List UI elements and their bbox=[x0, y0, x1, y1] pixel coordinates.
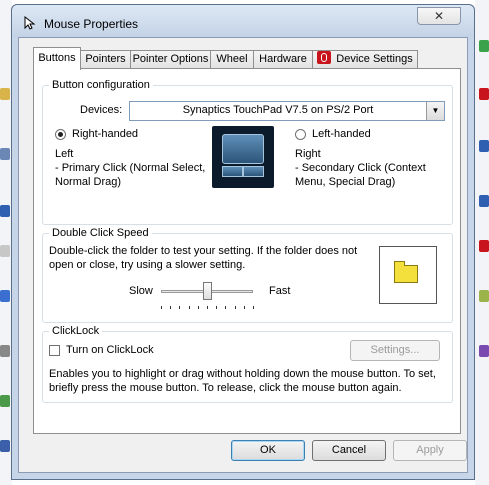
left-button-desc: Normal Drag) bbox=[55, 176, 122, 188]
dialog-client: Buttons Pointers Pointer Options Wheel H… bbox=[18, 37, 468, 473]
double-click-speed-group: Double Click Speed Double-click the fold… bbox=[42, 227, 453, 323]
devices-label: Devices: bbox=[80, 104, 123, 116]
right-handed-label[interactable]: Right-handed bbox=[72, 128, 138, 140]
clicklock-checkbox[interactable] bbox=[49, 345, 60, 356]
close-icon: ✕ bbox=[433, 9, 445, 23]
clicklock-settings-button[interactable]: Settings... bbox=[350, 340, 440, 361]
desktop-icon bbox=[0, 290, 10, 302]
speed-slider-thumb[interactable] bbox=[203, 282, 212, 300]
slider-tick bbox=[161, 306, 162, 309]
slider-tick bbox=[225, 306, 227, 309]
mouse-properties-window: Mouse Properties ✕ Buttons Pointers Poin… bbox=[11, 4, 475, 480]
tab-label: Pointer Options bbox=[132, 53, 209, 65]
cancel-button-label: Cancel bbox=[331, 444, 367, 456]
desktop-right-edge bbox=[475, 0, 489, 485]
tab-buttons[interactable]: Buttons bbox=[33, 47, 81, 70]
tab-label: Buttons bbox=[38, 52, 76, 64]
title-bar[interactable]: Mouse Properties ✕ bbox=[12, 5, 474, 37]
slider-tick bbox=[243, 306, 245, 309]
left-button-title: Left bbox=[55, 148, 74, 160]
desktop-icon bbox=[0, 395, 10, 407]
slider-tick bbox=[197, 306, 199, 309]
left-handed-label[interactable]: Left-handed bbox=[312, 128, 371, 140]
slider-tick bbox=[253, 306, 254, 309]
right-button-title: Right bbox=[295, 148, 321, 160]
slow-label: Slow bbox=[129, 285, 153, 297]
desktop-icon bbox=[479, 88, 489, 100]
tab-pointer-options[interactable]: Pointer Options bbox=[130, 50, 211, 69]
left-button-desc: - Primary Click (Normal Select, bbox=[55, 162, 206, 174]
apply-button-label: Apply bbox=[416, 444, 444, 456]
right-button-desc: - Secondary Click (Context bbox=[295, 162, 426, 174]
fast-label: Fast bbox=[269, 285, 291, 297]
desktop-icon bbox=[0, 440, 10, 452]
touchpad-image bbox=[212, 126, 274, 188]
buttons-tab-panel: Button configuration Devices: Synaptics … bbox=[33, 68, 461, 434]
slider-tick bbox=[170, 306, 172, 309]
tab-pointers[interactable]: Pointers bbox=[80, 50, 131, 69]
slider-tick bbox=[179, 306, 181, 309]
devices-dropdown[interactable]: Synaptics TouchPad V7.5 on PS/2 Port ▼ bbox=[129, 101, 445, 121]
desktop-icon bbox=[479, 195, 489, 207]
left-handed-radio[interactable] bbox=[295, 129, 306, 140]
double-click-desc: Double-click the folder to test your set… bbox=[49, 245, 358, 257]
right-handed-radio[interactable] bbox=[55, 129, 66, 140]
tab-wheel[interactable]: Wheel bbox=[210, 50, 254, 69]
window-title: Mouse Properties bbox=[44, 17, 139, 31]
folder-icon[interactable] bbox=[394, 261, 418, 283]
synaptics-icon bbox=[317, 51, 332, 64]
tab-label: Hardware bbox=[259, 53, 307, 65]
group-legend: Double Click Speed bbox=[49, 227, 152, 239]
devices-selected-value: Synaptics TouchPad V7.5 on PS/2 Port bbox=[182, 104, 374, 116]
desktop-icon bbox=[0, 148, 10, 160]
slider-tick bbox=[216, 306, 218, 309]
touchpad-surface-icon bbox=[222, 134, 264, 164]
clicklock-group: ClickLock Turn on ClickLock Settings... … bbox=[42, 325, 453, 403]
touchpad-left-button-icon bbox=[222, 166, 243, 177]
clicklock-desc: briefly press the mouse button. To relea… bbox=[49, 382, 402, 394]
desktop-icon bbox=[479, 240, 489, 252]
touchpad-right-button-icon bbox=[243, 166, 264, 177]
desktop-icon bbox=[479, 140, 489, 152]
button-configuration-group: Button configuration Devices: Synaptics … bbox=[42, 79, 453, 225]
tab-device-settings[interactable]: Device Settings bbox=[312, 50, 418, 69]
tab-label: Wheel bbox=[216, 53, 248, 65]
desktop-icon bbox=[479, 40, 489, 52]
slider-tick bbox=[188, 306, 190, 309]
ok-button-label: OK bbox=[260, 444, 276, 456]
test-folder-box[interactable] bbox=[379, 246, 437, 304]
apply-button[interactable]: Apply bbox=[393, 440, 467, 461]
desktop-icon bbox=[0, 88, 10, 100]
slider-tick bbox=[207, 306, 208, 309]
tab-label: Pointers bbox=[85, 53, 126, 65]
desktop-icon bbox=[0, 345, 10, 357]
mouse-icon bbox=[24, 16, 36, 30]
double-click-desc: open or close, try using a slower settin… bbox=[49, 259, 246, 271]
settings-button-label: Settings... bbox=[370, 344, 420, 356]
desktop-icon bbox=[479, 290, 489, 302]
tab-label: Device Settings bbox=[336, 53, 413, 65]
tab-hardware[interactable]: Hardware bbox=[253, 50, 313, 69]
desktop-icon bbox=[0, 245, 10, 257]
chevron-down-icon[interactable]: ▼ bbox=[426, 102, 444, 120]
slider-tick bbox=[234, 306, 236, 309]
clicklock-desc: Enables you to highlight or drag without… bbox=[49, 368, 436, 380]
group-legend: ClickLock bbox=[49, 325, 103, 337]
cancel-button[interactable]: Cancel bbox=[312, 440, 386, 461]
clicklock-checkbox-label[interactable]: Turn on ClickLock bbox=[66, 344, 154, 356]
right-button-desc: Menu, Special Drag) bbox=[295, 176, 396, 188]
close-button[interactable]: ✕ bbox=[417, 7, 461, 25]
desktop-icon bbox=[479, 345, 489, 357]
group-legend: Button configuration bbox=[49, 79, 153, 91]
ok-button[interactable]: OK bbox=[231, 440, 305, 461]
desktop-icon bbox=[0, 205, 10, 217]
